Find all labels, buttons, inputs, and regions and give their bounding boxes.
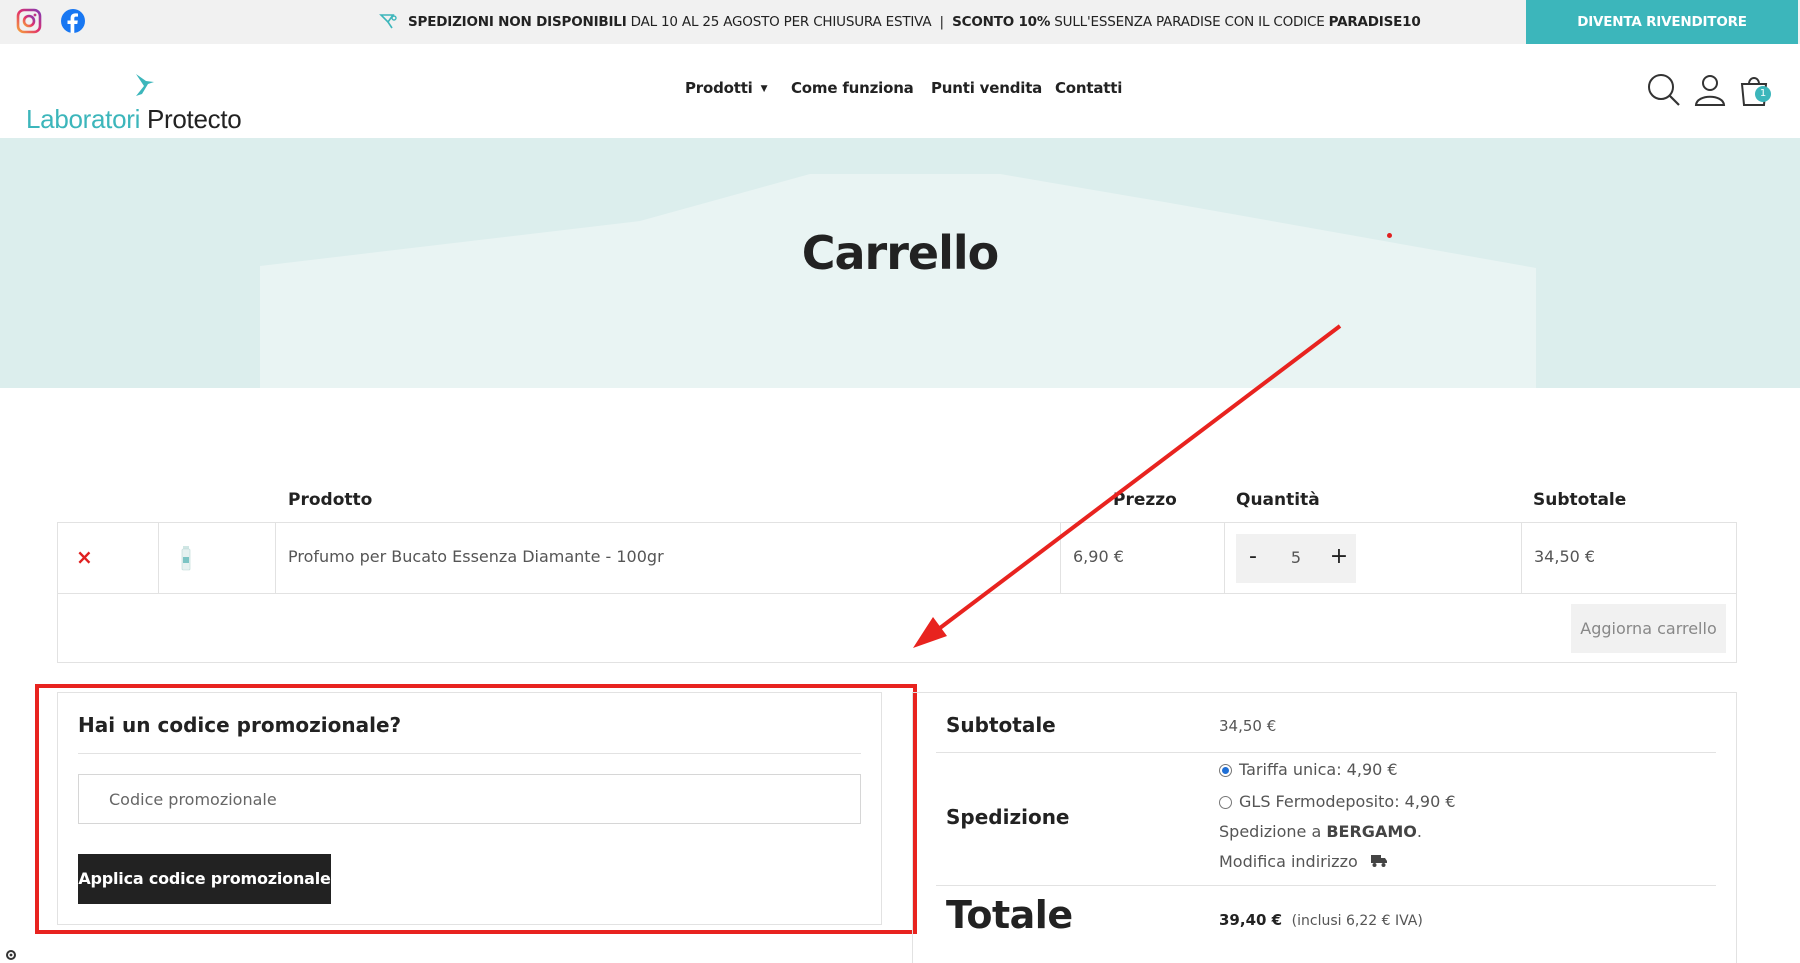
product-name-link[interactable]: Profumo per Bucato Essenza Diamante - 10…: [288, 547, 664, 566]
page-hero: Carrello: [0, 138, 1800, 388]
change-address-label: Modifica indirizzo: [1219, 852, 1358, 871]
caret-down-icon: ▼: [760, 84, 768, 94]
column-header-price: Prezzo: [1113, 490, 1177, 510]
site-header: Laboratori Protecto Prodotti ▼ Come funzi…: [0, 44, 1800, 138]
column-divider: [275, 523, 276, 593]
settings-gear-icon[interactable]: [4, 948, 18, 962]
totals-subtotal-value: 34,50 €: [1219, 717, 1277, 735]
announcement-part5: PARADISE10: [1328, 14, 1421, 30]
instagram-icon[interactable]: [16, 8, 42, 34]
announcement-part3: SCONTO 10%: [952, 14, 1051, 30]
column-divider: [1224, 523, 1225, 593]
quantity-value[interactable]: 5: [1281, 548, 1311, 567]
truck-icon: [1370, 855, 1387, 867]
product-thumbnail[interactable]: [181, 545, 191, 571]
change-address-link[interactable]: Modifica indirizzo: [1219, 852, 1387, 871]
shipping-radio-gls[interactable]: [1219, 796, 1232, 809]
shipping-option-gls[interactable]: GLS Fermodeposito: 4,90 €: [1239, 792, 1456, 811]
shipping-destination-suffix: .: [1416, 822, 1422, 841]
totals-divider: [936, 885, 1716, 886]
cart-table: × Profumo per Bucato Essenza Diamante - …: [57, 522, 1737, 663]
annotation-highlight-box: [35, 684, 917, 934]
user-account-icon[interactable]: [1692, 72, 1728, 108]
become-reseller-button[interactable]: DIVENTA RIVENDITORE: [1526, 0, 1798, 44]
column-divider: [1521, 523, 1522, 593]
total-value: 39,40 € (inclusi 6,22 € IVA): [1219, 911, 1423, 929]
announcement-part2: DAL 10 AL 25 AGOSTO PER CHIUSURA ESTIVA …: [626, 14, 953, 30]
promo-icon: [379, 14, 397, 29]
total-amount: 39,40 €: [1219, 911, 1283, 929]
shipping-radio-flat-rate[interactable]: [1219, 764, 1232, 777]
column-divider: [158, 523, 159, 593]
search-icon[interactable]: [1646, 72, 1682, 108]
remove-item-button[interactable]: ×: [76, 545, 93, 569]
product-subtotal: 34,50 €: [1534, 547, 1596, 566]
cart-count-badge: 1: [1755, 86, 1771, 102]
nav-item-punti-vendita[interactable]: Punti vendita: [931, 79, 1042, 97]
total-tax-note: (inclusi 6,22 € IVA): [1291, 913, 1423, 929]
nav-item-come-funziona[interactable]: Come funziona: [791, 79, 914, 97]
shipping-option-flat-rate[interactable]: Tariffa unica: 4,90 €: [1239, 760, 1398, 779]
nav-label: Prodotti: [685, 79, 753, 97]
facebook-icon[interactable]: [60, 8, 86, 34]
total-label: Totale: [946, 893, 1073, 937]
column-header-product: Prodotto: [288, 490, 373, 510]
logo[interactable]: Laboratori Protecto: [26, 64, 266, 134]
totals-divider: [936, 752, 1716, 753]
shipping-destination-city: BERGAMO: [1326, 822, 1417, 841]
quantity-stepper: - 5 +: [1236, 534, 1356, 583]
cart-totals-panel: Subtotale 34,50 € Spedizione Tariffa uni…: [912, 692, 1737, 963]
page-title: Carrello: [801, 226, 1000, 280]
product-price: 6,90 €: [1073, 547, 1124, 566]
logo-text-laboratori: Laboratori: [26, 104, 141, 134]
totals-subtotal-label: Subtotale: [946, 713, 1056, 737]
quantity-decrease-button[interactable]: -: [1238, 544, 1268, 569]
nav-item-prodotti[interactable]: Prodotti ▼: [685, 79, 768, 97]
logo-bird-icon: [136, 74, 154, 96]
announcement-part1: SPEDIZIONI NON DISPONIBILI: [408, 14, 627, 30]
update-cart-button[interactable]: Aggiorna carrello: [1571, 604, 1726, 653]
shipping-destination-prefix: Spedizione a: [1219, 822, 1327, 841]
logo-text-protecto: Protecto: [140, 104, 242, 134]
announcement-bar: SPEDIZIONI NON DISPONIBILI DAL 10 AL 25 …: [0, 0, 1800, 44]
announcement-part4: SULL'ESSENZA PARADISE CON IL CODICE: [1050, 14, 1329, 30]
row-divider: [58, 593, 1736, 594]
shipping-label: Spedizione: [946, 805, 1070, 829]
column-header-subtotal: Subtotale: [1533, 490, 1627, 510]
annotation-dot: [1387, 233, 1392, 238]
announcement-text: SPEDIZIONI NON DISPONIBILI DAL 10 AL 25 …: [379, 14, 1421, 30]
column-header-quantity: Quantità: [1236, 490, 1320, 510]
column-divider: [1060, 523, 1061, 593]
shipping-destination: Spedizione a BERGAMO.: [1219, 822, 1422, 841]
nav-item-contatti[interactable]: Contatti: [1055, 79, 1122, 97]
quantity-increase-button[interactable]: +: [1324, 544, 1354, 569]
